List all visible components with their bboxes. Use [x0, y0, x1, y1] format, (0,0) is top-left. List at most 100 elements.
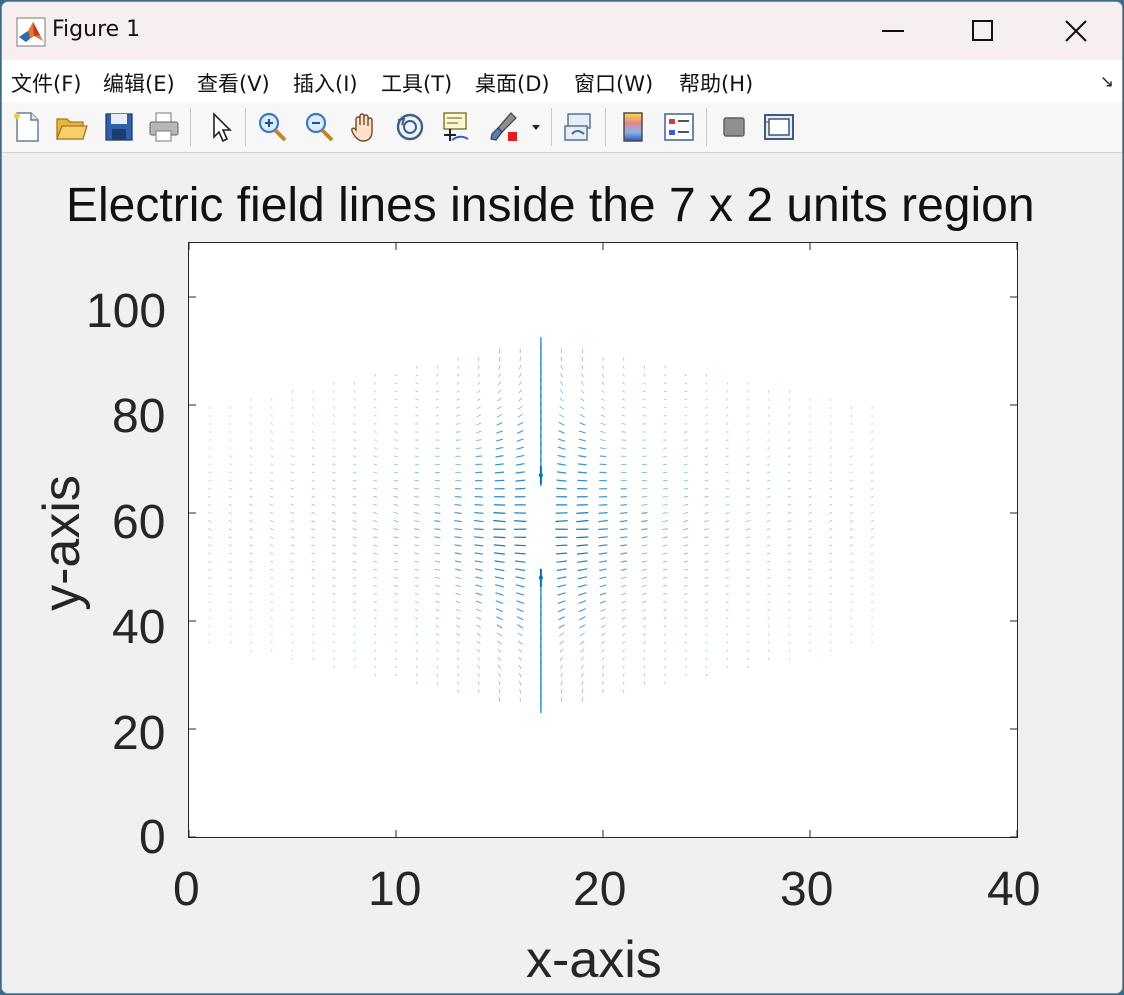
- field-arrow: [556, 479, 567, 482]
- field-arrow: [808, 503, 812, 506]
- field-arrow: [352, 584, 357, 587]
- menu-insert[interactable]: 插入(I): [293, 68, 358, 98]
- field-arrow: [394, 431, 398, 433]
- field-arrow: [643, 657, 646, 661]
- field-arrow: [787, 455, 791, 458]
- save-button[interactable]: [102, 110, 136, 144]
- dock-arrow-icon[interactable]: ↘: [1100, 72, 1114, 92]
- field-arrow: [208, 601, 211, 604]
- data-cursor-button[interactable]: [438, 110, 472, 144]
- link-plot-button[interactable]: [562, 110, 596, 144]
- field-arrow: [662, 552, 668, 555]
- field-arrow: [434, 552, 441, 555]
- menu-view[interactable]: 查看(V): [197, 68, 270, 98]
- field-arrow: [663, 649, 667, 652]
- field-arrow: [270, 463, 274, 466]
- print-button[interactable]: [147, 110, 181, 144]
- field-arrow: [619, 520, 628, 523]
- field-arrow: [394, 617, 398, 620]
- field-arrow: [641, 496, 648, 498]
- show-plot-tools-button[interactable]: [762, 110, 796, 144]
- field-arrow: [725, 576, 729, 579]
- menu-tools[interactable]: 工具(T): [381, 68, 452, 98]
- field-arrow: [352, 504, 357, 506]
- show-plot-tools-icon: [764, 114, 794, 140]
- field-arrow: [208, 487, 212, 490]
- field-arrow: [556, 487, 567, 490]
- field-arrow: [557, 446, 566, 450]
- field-arrow: [663, 382, 667, 385]
- field-arrow: [249, 552, 253, 555]
- field-arrow: [705, 414, 708, 417]
- hide-plot-tools-button[interactable]: [717, 110, 751, 144]
- field-arrow: [663, 584, 668, 587]
- menu-window[interactable]: 窗口(W): [574, 68, 653, 98]
- field-arrow: [600, 616, 606, 620]
- field-arrow: [208, 584, 211, 587]
- menu-file[interactable]: 文件(F): [11, 68, 81, 98]
- field-arrow: [395, 665, 397, 669]
- field-arrow: [808, 528, 812, 531]
- field-arrow: [290, 512, 295, 514]
- menu-help[interactable]: 帮助(H): [679, 68, 753, 98]
- select-button[interactable]: [204, 110, 238, 144]
- pan-button[interactable]: [348, 110, 382, 144]
- field-arrow: [746, 471, 750, 474]
- field-arrow: [725, 617, 729, 620]
- colorbar-button[interactable]: [616, 110, 650, 144]
- field-arrow: [683, 560, 689, 563]
- field-arrow: [515, 463, 525, 466]
- new-figure-button[interactable]: [10, 110, 44, 144]
- field-arrow: [352, 479, 357, 482]
- field-arrow: [497, 640, 502, 645]
- maximize-button[interactable]: [937, 2, 1029, 60]
- field-arrow: [415, 617, 419, 620]
- title-bar[interactable]: Figure 1: [2, 2, 1122, 60]
- field-arrow: [684, 439, 688, 441]
- field-arrow: [850, 463, 853, 466]
- field-arrow: [746, 552, 750, 555]
- field-arrow: [684, 455, 688, 457]
- field-arrow: [228, 503, 232, 506]
- field-arrow: [622, 390, 626, 393]
- minimize-button[interactable]: [847, 2, 939, 60]
- field-arrow: [555, 520, 568, 523]
- field-arrow: [704, 512, 709, 514]
- field-arrow: [787, 495, 791, 498]
- field-arrow: [291, 609, 294, 612]
- field-arrow: [291, 592, 294, 596]
- rotate-button[interactable]: [393, 110, 427, 144]
- field-arrow: [598, 504, 608, 506]
- field-arrow: [558, 421, 565, 426]
- plot-axes[interactable]: [188, 242, 1018, 838]
- field-arrow: [725, 447, 729, 450]
- field-arrow: [497, 648, 502, 653]
- menu-desktop[interactable]: 桌面(D): [475, 68, 550, 98]
- field-arrow: [684, 592, 688, 596]
- field-arrow: [515, 576, 525, 580]
- field-arrow: [474, 552, 484, 555]
- field-arrow: [333, 398, 335, 401]
- zoom-out-button[interactable]: [302, 110, 336, 144]
- close-button[interactable]: [1030, 2, 1122, 60]
- zoom-in-button[interactable]: [255, 110, 289, 144]
- brush-dropdown-button[interactable]: [529, 110, 543, 144]
- field-arrow: [353, 431, 356, 433]
- menu-edit[interactable]: 编辑(E): [103, 68, 175, 98]
- field-arrow: [518, 672, 522, 678]
- field-arrow: [599, 592, 607, 596]
- field-arrow: [208, 592, 211, 596]
- field-arrow: [642, 600, 647, 604]
- field-arrow: [849, 536, 853, 539]
- field-arrow: [558, 616, 565, 621]
- open-file-button[interactable]: [54, 110, 88, 144]
- field-arrow: [684, 423, 688, 425]
- field-arrow: [455, 431, 461, 433]
- legend-button[interactable]: [662, 110, 696, 144]
- field-arrow: [683, 552, 689, 555]
- figure-canvas[interactable]: Electric field lines inside the 7 x 2 un…: [2, 153, 1122, 993]
- field-arrow: [517, 624, 524, 629]
- field-arrow: [767, 398, 770, 401]
- field-arrow: [808, 479, 812, 482]
- brush-button[interactable]: [487, 110, 521, 144]
